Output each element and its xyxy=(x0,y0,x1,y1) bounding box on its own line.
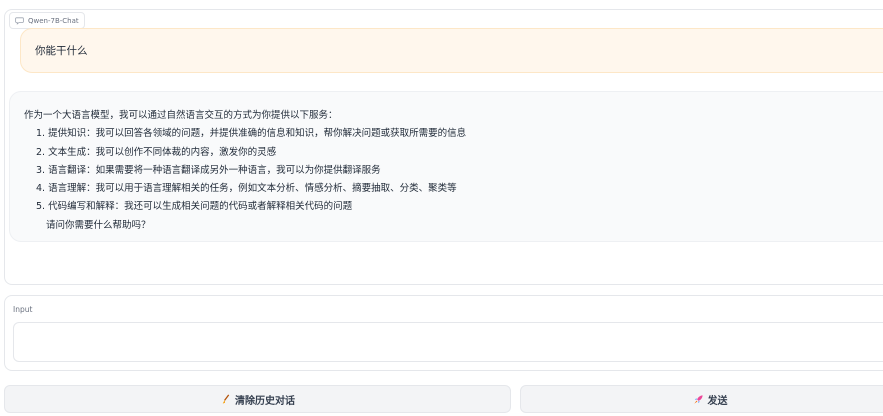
input-label: Input xyxy=(13,305,33,314)
clear-history-label: 清除历史对话 xyxy=(235,395,295,407)
chatbot-label: Qwen-7B-Chat xyxy=(9,12,85,29)
assistant-list-item: 2. 文本生成：我可以创作不同体裁的内容，激发你的灵感 xyxy=(36,146,277,158)
send-button[interactable]: 发送 xyxy=(520,385,883,413)
assistant-message: 作为一个大语言模型，我可以通过自然语言交互的方式为你提供以下服务： 1. 提供知… xyxy=(9,91,883,242)
assistant-list-item: 3. 语言翻译：如果需要将一种语言翻译成另外一种语言，我可以为你提供翻译服务 xyxy=(36,164,381,176)
rocket-icon xyxy=(693,394,703,404)
broom-icon xyxy=(222,394,230,404)
assistant-list-item: 4. 语言理解：我可以用于语言理解相关的任务，例如文本分析、情感分析、摘要抽取、… xyxy=(36,183,457,195)
chatbot-label-text: Qwen-7B-Chat xyxy=(28,16,79,25)
message-input[interactable] xyxy=(13,322,883,362)
send-label: 发送 xyxy=(707,395,728,407)
assistant-list-item: 1. 提供知识：我可以回答各领域的问题，并提供准确的信息和知识，帮你解决问题或获… xyxy=(36,128,467,140)
clear-history-button[interactable]: 清除历史对话 xyxy=(4,385,511,413)
user-message: 你能干什么 xyxy=(20,28,883,73)
input-panel: Input xyxy=(4,295,883,371)
user-message-text: 你能干什么 xyxy=(35,45,88,57)
chat-bubble-icon xyxy=(15,17,24,25)
assistant-line-intro: 作为一个大语言模型，我可以通过自然语言交互的方式为你提供以下服务： xyxy=(24,110,338,121)
assistant-list-item: 5. 代码编写和解释：我还可以生成相关问题的代码或者解释相关代码的问题 xyxy=(36,201,353,213)
assistant-line-closing: 请问你需要什么帮助吗？ xyxy=(46,219,151,231)
